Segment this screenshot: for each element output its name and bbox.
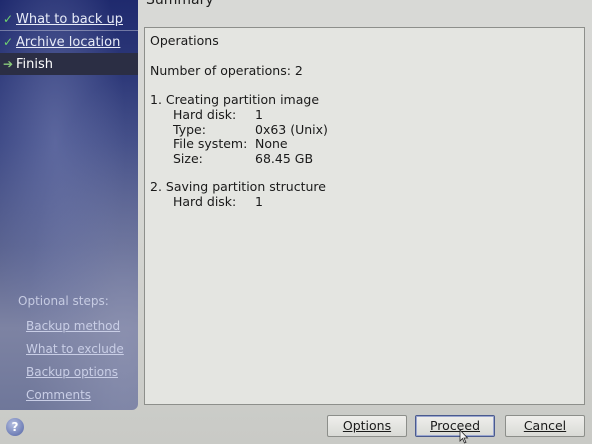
- detail-value: None: [255, 136, 288, 151]
- detail-value: 1: [255, 194, 263, 209]
- detail-label: File system:: [173, 136, 248, 151]
- optional-link-backup-options[interactable]: Backup options: [26, 365, 118, 379]
- optional-steps-title: Optional steps:: [18, 294, 109, 308]
- sidebar-step-label: Finish: [16, 56, 54, 72]
- detail-value: 1: [255, 107, 263, 122]
- operations-count: Number of operations: 2: [150, 63, 303, 78]
- sidebar-step-finish[interactable]: ➔ Finish: [0, 53, 138, 75]
- wizard-sidebar: ✓ What to back up ✓ Archive location ➔ F…: [0, 0, 138, 410]
- detail-value: 68.45 GB: [255, 151, 314, 166]
- optional-link-backup-method[interactable]: Backup method: [26, 319, 120, 333]
- sidebar-step-label: Archive location: [16, 34, 121, 50]
- help-icon[interactable]: ?: [6, 418, 24, 436]
- detail-label: Hard disk:: [173, 107, 237, 122]
- options-button[interactable]: Options: [327, 415, 407, 437]
- optional-link-what-to-exclude[interactable]: What to exclude: [26, 342, 124, 356]
- detail-label: Size:: [173, 151, 203, 166]
- mouse-cursor-icon: [459, 430, 469, 444]
- summary-heading: Operations: [150, 33, 219, 48]
- arrow-right-icon: ➔: [2, 57, 14, 71]
- summary-panel: Operations Number of operations: 2 1. Cr…: [144, 27, 585, 405]
- detail-value: 0x63 (Unix): [255, 122, 328, 137]
- cancel-button[interactable]: Cancel: [505, 415, 585, 437]
- check-icon: ✓: [2, 35, 14, 49]
- sidebar-step-label: What to back up: [16, 11, 123, 27]
- operation-title: 2. Saving partition structure: [150, 179, 326, 194]
- optional-link-comments[interactable]: Comments: [26, 388, 91, 402]
- sidebar-step-archive-location[interactable]: ✓ Archive location: [0, 31, 138, 53]
- sidebar-step-what-to-back-up[interactable]: ✓ What to back up: [0, 8, 138, 30]
- operation-title: 1. Creating partition image: [150, 92, 320, 107]
- page-title: Summary: [146, 0, 214, 8]
- detail-label: Hard disk:: [173, 194, 237, 209]
- detail-label: Type:: [173, 122, 206, 137]
- check-icon: ✓: [2, 12, 14, 26]
- proceed-button[interactable]: Proceed: [415, 415, 495, 437]
